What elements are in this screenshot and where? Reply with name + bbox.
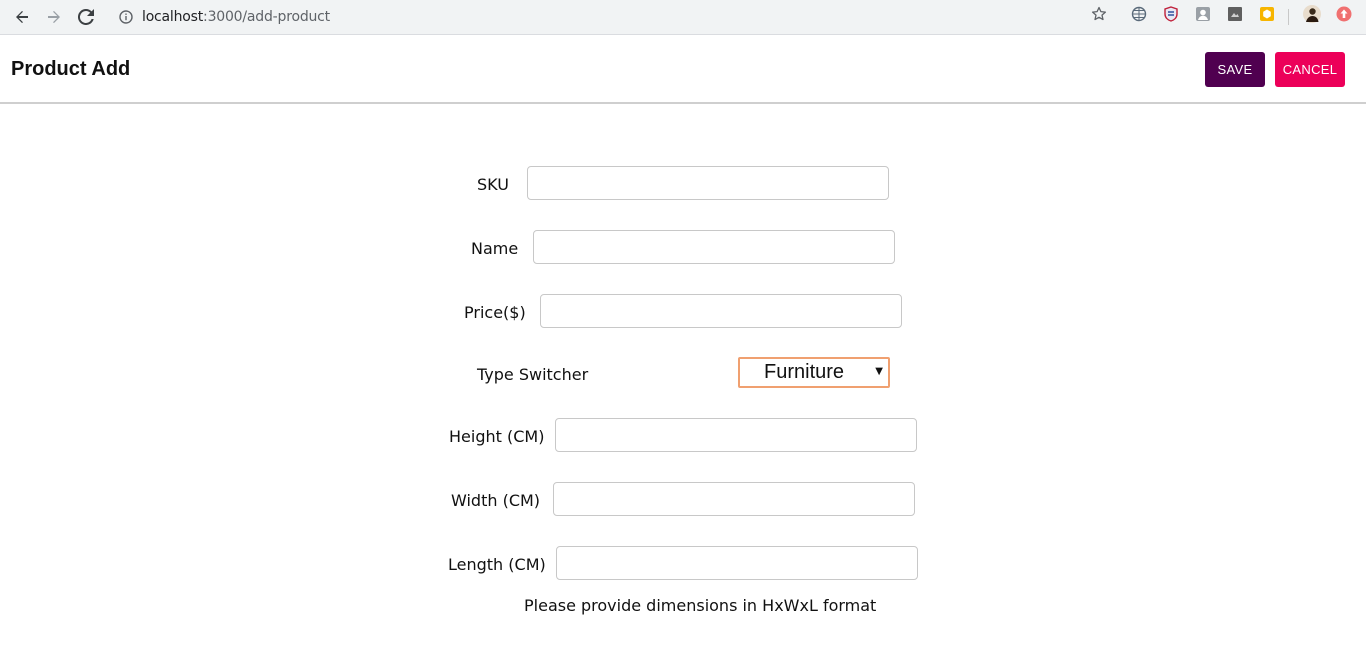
hexagon-icon <box>1259 6 1275 26</box>
profile-avatar[interactable] <box>1303 5 1321 27</box>
name-label: Name <box>471 239 519 258</box>
url-text: localhost:3000/add-product <box>142 9 330 25</box>
url-host: localhost <box>142 9 204 25</box>
update-button[interactable] <box>1335 6 1353 26</box>
type-switcher-select[interactable]: Furniture ▼ <box>738 357 890 388</box>
name-input[interactable] <box>533 230 895 264</box>
extension-5[interactable] <box>1258 7 1276 25</box>
star-icon <box>1091 6 1107 26</box>
back-button[interactable] <box>9 5 35 29</box>
info-icon[interactable] <box>118 9 134 25</box>
length-input[interactable] <box>556 546 918 580</box>
price-input[interactable] <box>540 294 902 328</box>
price-label: Price($) <box>464 303 526 322</box>
cancel-button[interactable]: CANCEL <box>1275 52 1345 87</box>
type-switcher-label: Type Switcher <box>477 365 589 384</box>
browser-toolbar: localhost:3000/add-product <box>0 0 1366 35</box>
url-path: :3000/add-product <box>203 9 330 25</box>
arrow-right-icon <box>46 9 62 25</box>
save-button[interactable]: SAVE <box>1205 52 1265 87</box>
shield-icon <box>1163 6 1179 26</box>
width-label: Width (CM) <box>451 491 541 510</box>
bookmark-star-button[interactable] <box>1090 6 1108 26</box>
extension-1[interactable] <box>1130 6 1148 26</box>
profile-card-icon <box>1195 6 1211 26</box>
type-switcher-value: Furniture <box>764 361 845 383</box>
extension-3[interactable] <box>1194 7 1212 25</box>
height-label: Height (CM) <box>449 427 545 446</box>
forward-button[interactable] <box>41 5 67 29</box>
height-input[interactable] <box>555 418 917 452</box>
globe-grid-icon <box>1131 6 1147 26</box>
update-arrow-icon <box>1336 6 1352 26</box>
toolbar-separator <box>1288 9 1289 25</box>
length-label: Length (CM) <box>448 555 546 574</box>
chevron-down-icon: ▼ <box>875 366 883 377</box>
extension-2[interactable] <box>1162 6 1180 26</box>
dark-square-icon <box>1227 6 1243 26</box>
dimensions-hint: Please provide dimensions in HxWxL forma… <box>524 596 877 615</box>
sku-label: SKU <box>477 175 509 194</box>
reload-button[interactable] <box>73 5 99 29</box>
avatar-icon <box>1303 5 1321 27</box>
arrow-left-icon <box>14 9 30 25</box>
extension-4[interactable] <box>1226 7 1244 25</box>
page-title: Product Add <box>11 58 131 80</box>
sku-input[interactable] <box>527 166 889 200</box>
width-input[interactable] <box>553 482 915 516</box>
app-header: Product Add SAVE CANCEL <box>0 36 1366 104</box>
reload-icon <box>78 9 94 25</box>
address-bar[interactable]: localhost:3000/add-product <box>110 3 1120 31</box>
